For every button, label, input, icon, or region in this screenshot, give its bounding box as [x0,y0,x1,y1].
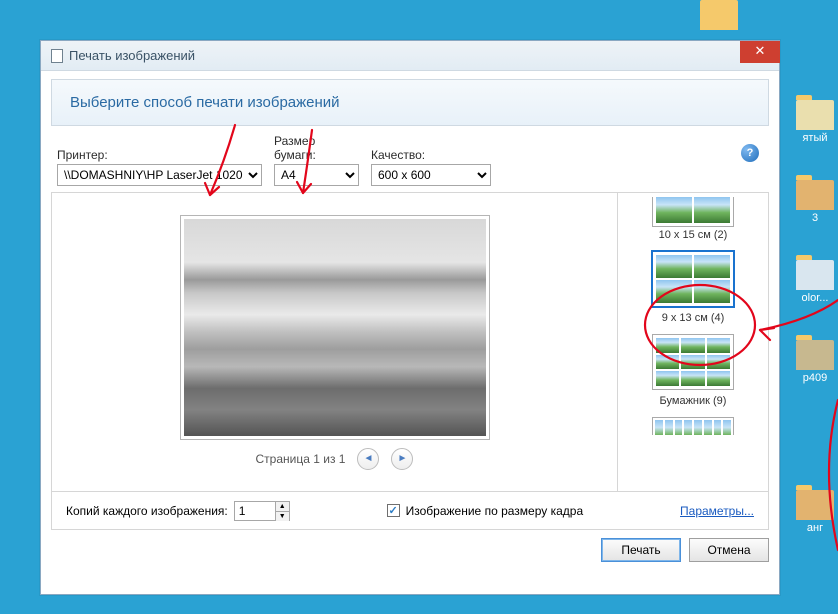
desktop-icon[interactable]: 3 [790,180,838,224]
desktop-icon-label: ятый [790,132,838,144]
print-button[interactable]: Печать [601,538,681,562]
preview-image [184,219,486,436]
fit-checkbox[interactable]: ✓ [387,504,400,517]
desktop-icon[interactable]: ятый [790,100,838,144]
close-button[interactable]: ✕ [740,41,780,63]
copies-spinner[interactable]: ▲ ▼ [234,501,290,521]
copies-input[interactable] [235,502,275,520]
prev-page-button[interactable]: ◄ [357,448,379,470]
window-icon [51,49,63,63]
layout-option-contact[interactable] [652,417,734,435]
window-title: Печать изображений [69,48,195,63]
copies-up[interactable]: ▲ [276,502,289,512]
preview-pane: Страница 1 из 1 ◄ ► [52,193,618,491]
print-pictures-dialog: ✕ Печать изображений Выберите способ печ… [40,40,780,595]
cancel-button[interactable]: Отмена [689,538,769,562]
printer-label: Принтер: [57,148,262,162]
titlebar[interactable]: Печать изображений [41,41,779,71]
layout-label: Бумажник (9) [660,395,727,407]
layout-label: 10 x 15 см (2) [659,229,728,241]
paper-size-label: Размер бумаги: [274,134,359,162]
desktop-icon-label: 3 [790,212,838,224]
layouts-pane[interactable]: 10 x 15 см (2) 9 x 13 см (4) Бумажник (9… [618,193,768,491]
desktop-icon[interactable]: анг [790,490,838,534]
options-link[interactable]: Параметры... [680,504,754,518]
quality-label: Качество: [371,148,491,162]
printer-select[interactable]: \\DOMASHNIY\HP LaserJet 1020 [57,164,262,186]
copies-label: Копий каждого изображения: [66,504,228,518]
copies-down[interactable]: ▼ [276,512,289,521]
paper-size-select[interactable]: A4 [274,164,359,186]
desktop-icon[interactable]: olor... [790,260,838,304]
layout-option-wallet[interactable]: Бумажник (9) [652,334,734,407]
desktop-icon-label: p409 [790,372,838,384]
layout-option-9x13[interactable]: 9 x 13 см (4) [652,251,734,324]
desktop-folder-icon[interactable] [694,0,744,32]
quality-select[interactable]: 600 x 600 [371,164,491,186]
page-indicator: Страница 1 из 1 [256,452,346,466]
desktop-icon-label: olor... [790,292,838,304]
layout-option-10x15[interactable]: 10 x 15 см (2) [652,197,734,241]
preview-frame [180,215,490,440]
fit-label: Изображение по размеру кадра [406,504,583,518]
desktop-icon[interactable]: p409 [790,340,838,384]
instruction-banner: Выберите способ печати изображений [51,79,769,126]
next-page-button[interactable]: ► [391,448,413,470]
layout-label: 9 x 13 см (4) [662,312,725,324]
desktop-icon-label: анг [790,522,838,534]
help-icon[interactable]: ? [741,144,759,162]
